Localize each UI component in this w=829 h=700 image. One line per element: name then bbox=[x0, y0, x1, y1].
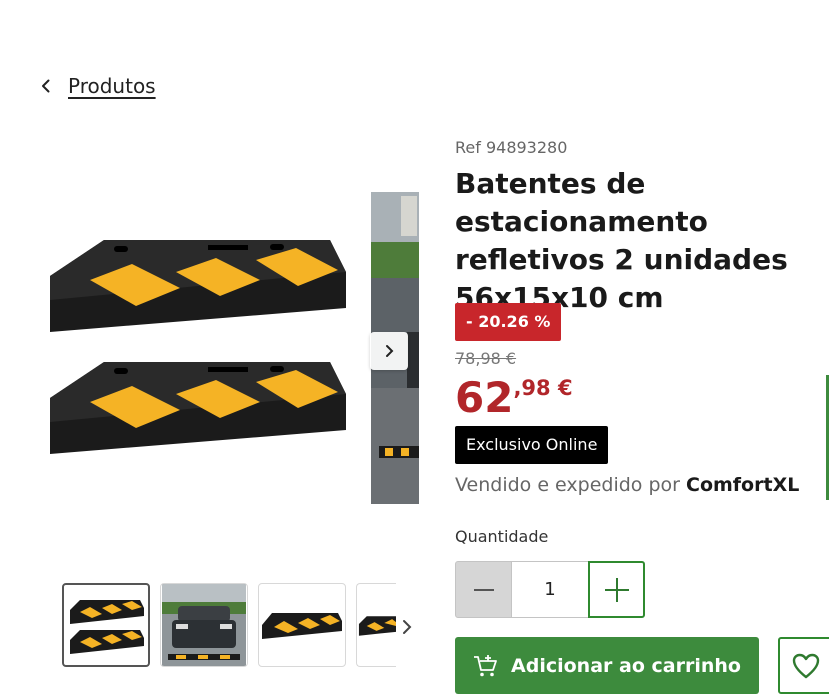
wishlist-button[interactable] bbox=[778, 637, 829, 694]
thumbnail-3[interactable] bbox=[258, 583, 346, 667]
thumbnail-2[interactable] bbox=[160, 583, 248, 667]
discount-badge: - 20.26 % bbox=[455, 303, 562, 341]
seller-prefix: Vendido e expedido por bbox=[455, 474, 686, 496]
cart-add-icon bbox=[474, 654, 497, 676]
heart-icon bbox=[792, 653, 820, 678]
chevron-right-icon bbox=[386, 345, 394, 357]
product-gallery bbox=[0, 120, 420, 560]
old-price: 78,98 € bbox=[455, 349, 517, 368]
quantity-decrease-button[interactable] bbox=[455, 561, 512, 618]
thumbnail-image-bumper-partial bbox=[358, 616, 396, 636]
thumbnails-next-icon[interactable] bbox=[398, 618, 416, 636]
quantity-increase-button[interactable] bbox=[588, 561, 645, 618]
add-to-cart-button[interactable]: Adicionar ao carrinho bbox=[455, 637, 759, 694]
breadcrumb[interactable]: Produtos bbox=[38, 74, 156, 98]
product-title: Batentes de estacionamento refletivos 2 … bbox=[455, 167, 788, 314]
product-info: Ref 94893280 Batentes de estacionamento … bbox=[455, 138, 829, 317]
price-decimal: ,98 € bbox=[513, 376, 573, 400]
quantity-stepper bbox=[455, 561, 645, 618]
quantity-input[interactable] bbox=[512, 561, 588, 618]
quantity-label: Quantidade bbox=[455, 527, 549, 546]
seller-info: Vendido e expedido por ComfortXL bbox=[455, 474, 799, 496]
online-exclusive-badge: Exclusivo Online bbox=[455, 426, 609, 464]
plus-icon bbox=[604, 577, 629, 602]
thumbnail-1[interactable] bbox=[62, 583, 150, 667]
price-integer: 62 bbox=[455, 373, 514, 422]
thumbnail-strip bbox=[62, 583, 396, 667]
thumbnail-image-single-bumper bbox=[262, 613, 342, 639]
current-price: 62 ,98 € bbox=[455, 372, 573, 424]
thumbnail-4[interactable] bbox=[356, 583, 396, 667]
seller-name[interactable]: ComfortXL bbox=[686, 474, 799, 496]
product-ref: Ref 94893280 bbox=[455, 138, 568, 157]
chevron-left-icon bbox=[42, 79, 50, 93]
minus-icon bbox=[473, 588, 494, 591]
gallery-next-button[interactable] bbox=[370, 332, 408, 370]
add-to-cart-label: Adicionar ao carrinho bbox=[511, 654, 741, 677]
thumbnail-image-car bbox=[162, 584, 246, 666]
thumbnail-image-bumpers bbox=[70, 600, 144, 654]
breadcrumb-link-produtos[interactable]: Produtos bbox=[68, 74, 156, 98]
product-main-image[interactable] bbox=[38, 220, 350, 480]
